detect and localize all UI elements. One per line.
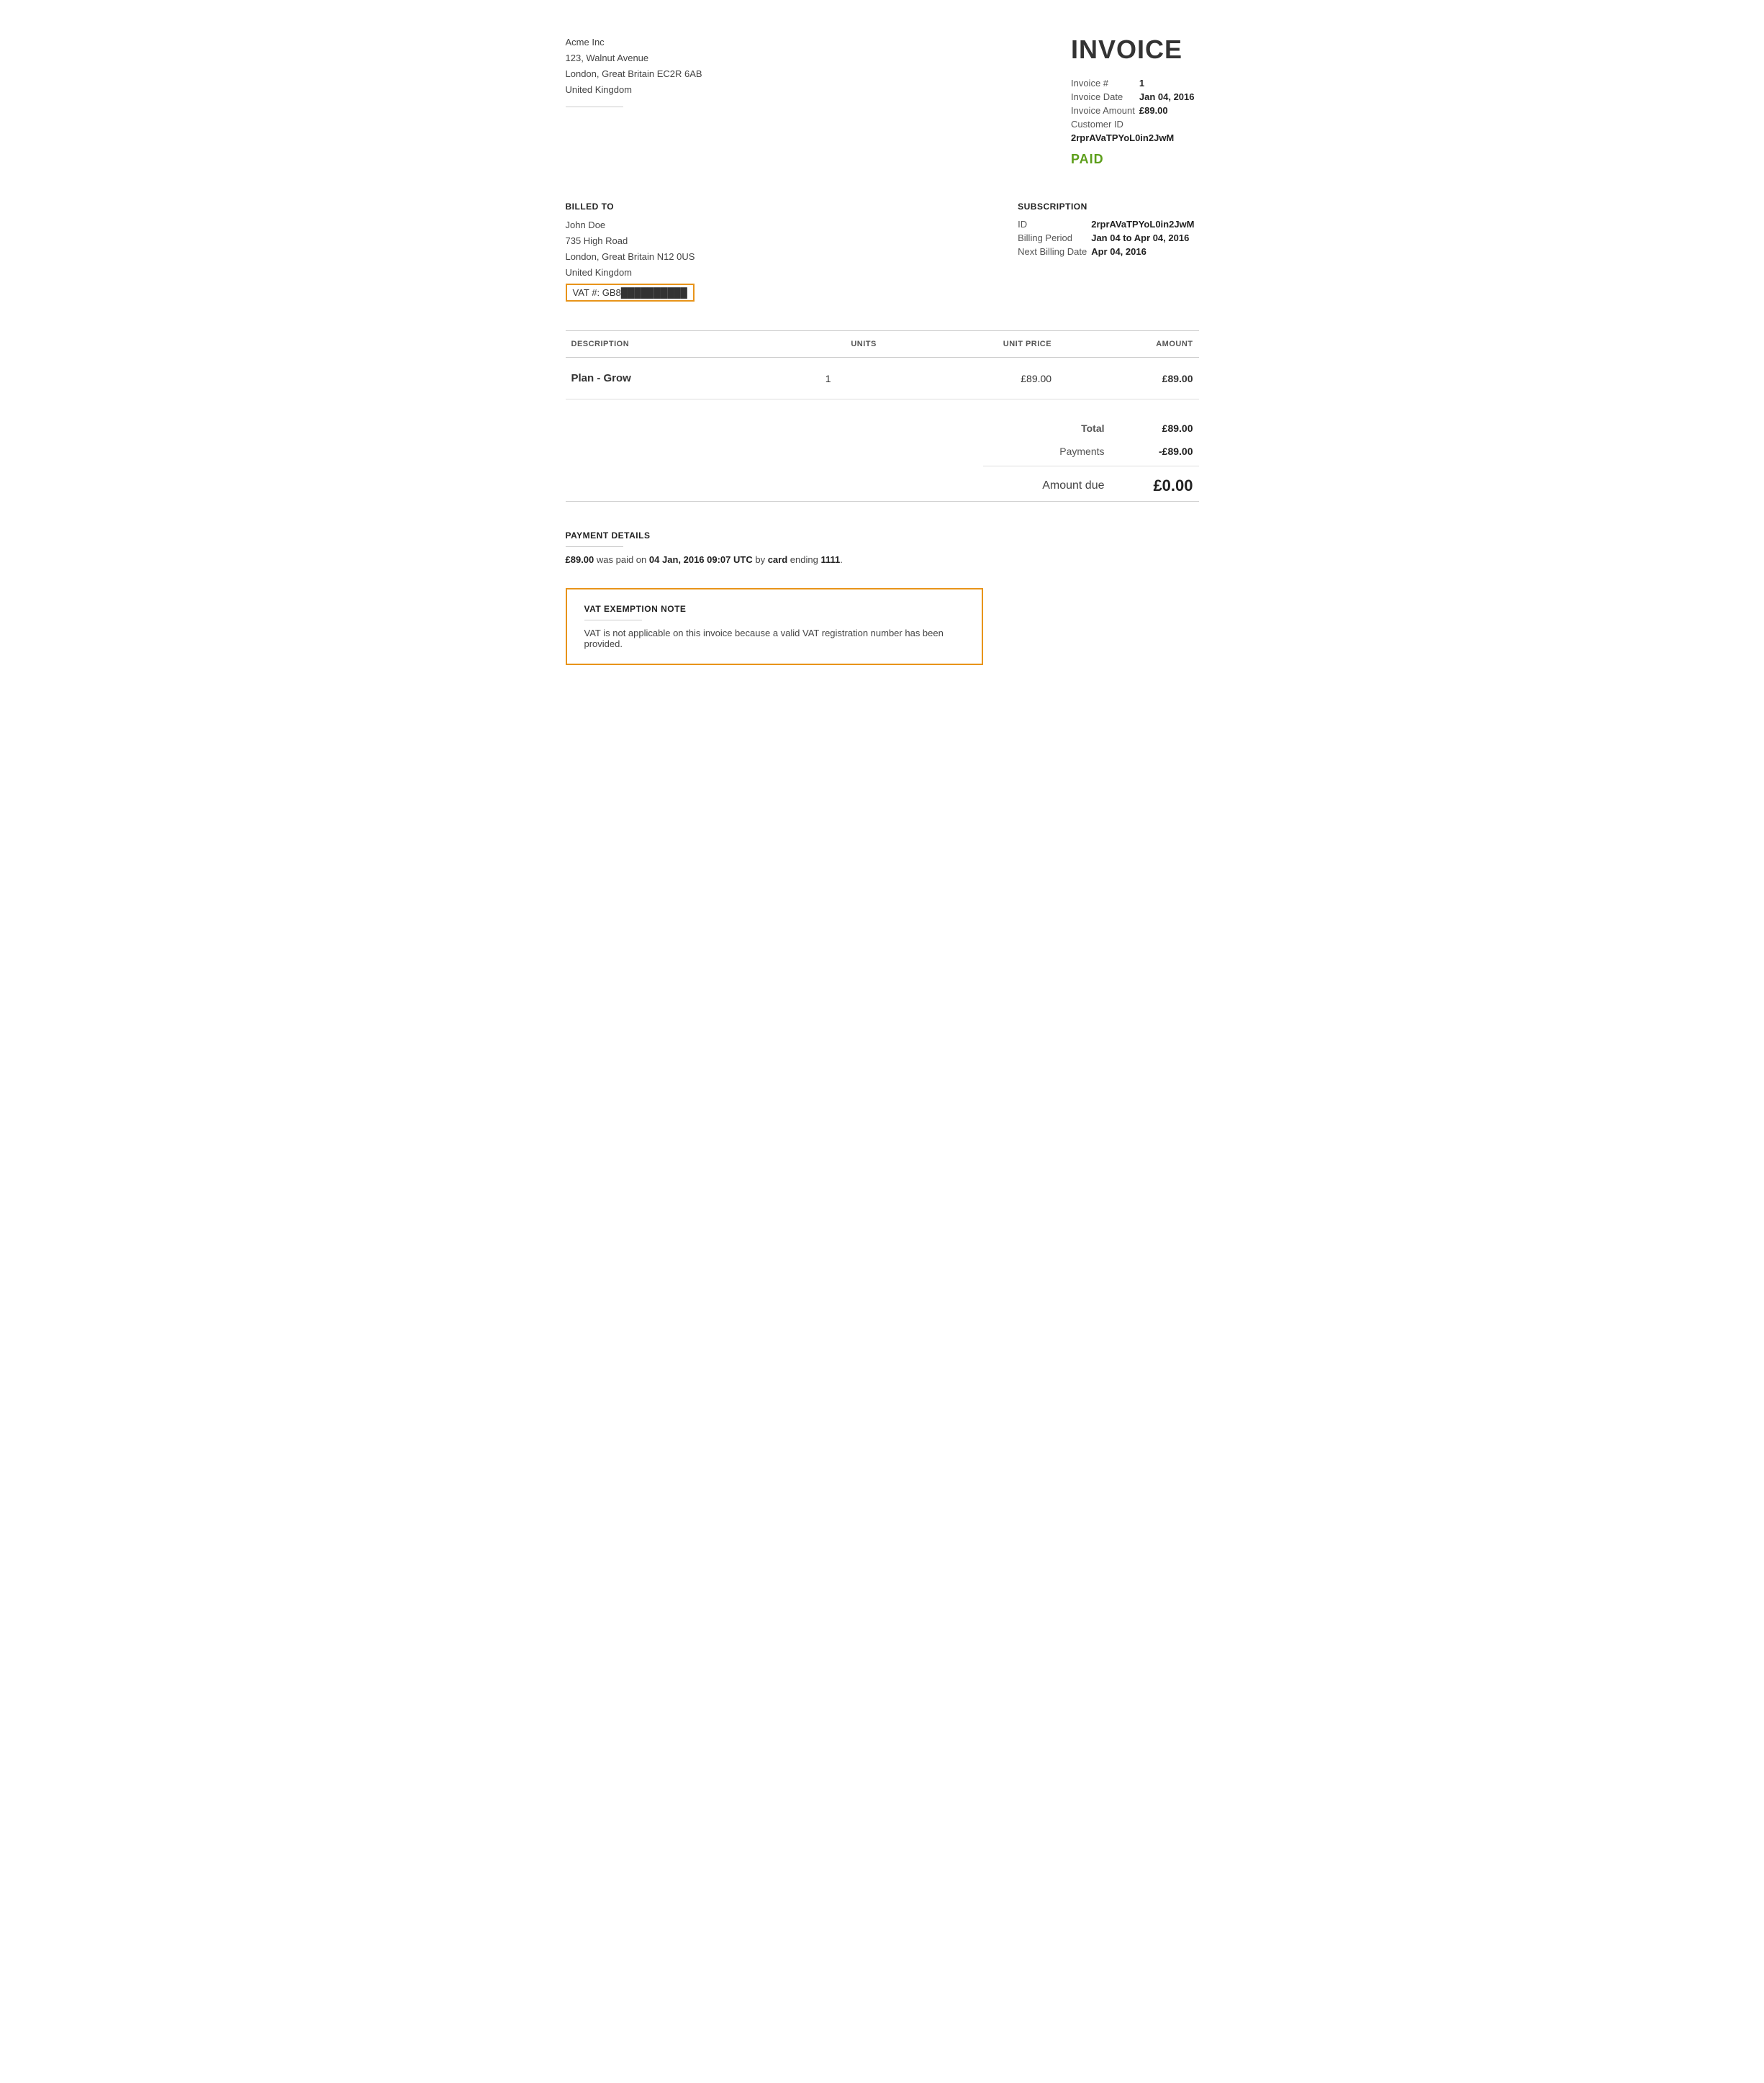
payment-text-ending: ending bbox=[790, 554, 818, 565]
paid-badge: PAID bbox=[1071, 152, 1199, 167]
row-description: Plan - Grow bbox=[566, 358, 774, 399]
col-amount: AMOUNT bbox=[1057, 331, 1198, 358]
invoice-title: INVOICE bbox=[1071, 35, 1199, 65]
totals-section: Total £89.00 Payments -£89.00 Amount due… bbox=[566, 417, 1199, 502]
row-unit-price: £89.00 bbox=[882, 358, 1057, 399]
next-billing-value: Apr 04, 2016 bbox=[1091, 245, 1198, 258]
payment-method: card bbox=[768, 554, 787, 565]
total-row: Total £89.00 bbox=[983, 417, 1199, 440]
total-value: £89.00 bbox=[1111, 417, 1199, 440]
payment-text-by: by bbox=[755, 554, 765, 565]
vat-exemption-text: VAT is not applicable on this invoice be… bbox=[584, 628, 964, 649]
invoice-date-row: Invoice Date Jan 04, 2016 bbox=[1071, 90, 1199, 104]
invoice-amount-row: Invoice Amount £89.00 bbox=[1071, 104, 1199, 117]
next-billing-label: Next Billing Date bbox=[1018, 245, 1091, 258]
vat-exemption-box: VAT EXEMPTION NOTE VAT is not applicable… bbox=[566, 588, 983, 665]
billing-period-value: Jan 04 to Apr 04, 2016 bbox=[1091, 231, 1198, 245]
customer-id-value-row: 2rprAVaTPYoL0in2JwM bbox=[1071, 131, 1199, 145]
table-row: Plan - Grow 1 £89.00 £89.00 bbox=[566, 358, 1199, 399]
amount-due-label: Amount due bbox=[983, 466, 1111, 502]
invoice-date-label: Invoice Date bbox=[1071, 90, 1139, 104]
header-section: Acme Inc 123, Walnut Avenue London, Grea… bbox=[566, 35, 1199, 167]
billing-period-label: Billing Period bbox=[1018, 231, 1091, 245]
amount-due-value: £0.00 bbox=[1111, 466, 1199, 502]
customer-id-value: 2rprAVaTPYoL0in2JwM bbox=[1071, 131, 1199, 145]
col-description: DESCRIPTION bbox=[566, 331, 774, 358]
invoice-amount-label: Invoice Amount bbox=[1071, 104, 1139, 117]
invoice-number-value: 1 bbox=[1139, 76, 1199, 90]
amount-due-row: Amount due £0.00 bbox=[983, 466, 1199, 502]
billed-to-address1: 735 High Road bbox=[566, 233, 695, 249]
payment-amount: £89.00 bbox=[566, 554, 594, 565]
next-billing-row: Next Billing Date Apr 04, 2016 bbox=[1018, 245, 1198, 258]
subscription-id-value: 2rprAVaTPYoL0in2JwM bbox=[1091, 217, 1198, 231]
billed-to: BILLED TO John Doe 735 High Road London,… bbox=[566, 202, 695, 302]
billed-to-name: John Doe bbox=[566, 217, 695, 233]
vat-exemption-label: VAT EXEMPTION NOTE bbox=[584, 604, 964, 614]
items-table: DESCRIPTION UNITS UNIT PRICE AMOUNT Plan… bbox=[566, 330, 1199, 399]
invoice-meta: Invoice # 1 Invoice Date Jan 04, 2016 In… bbox=[1071, 76, 1199, 167]
company-name: Acme Inc bbox=[566, 35, 702, 50]
company-info: Acme Inc 123, Walnut Avenue London, Grea… bbox=[566, 35, 702, 167]
subscription-label: SUBSCRIPTION bbox=[1018, 202, 1198, 212]
company-address-line1: 123, Walnut Avenue bbox=[566, 50, 702, 66]
payment-text-prefix: was paid on bbox=[597, 554, 646, 565]
subscription-id-row: ID 2rprAVaTPYoL0in2JwM bbox=[1018, 217, 1198, 231]
vat-number-box: VAT #: GB8██████████ bbox=[566, 284, 695, 302]
payment-card-ending: 1111 bbox=[820, 554, 840, 565]
col-units: UNITS bbox=[774, 331, 882, 358]
total-label: Total bbox=[983, 417, 1111, 440]
invoice-date-value: Jan 04, 2016 bbox=[1139, 90, 1199, 104]
billed-to-label: BILLED TO bbox=[566, 202, 695, 212]
payment-details-section: PAYMENT DETAILS £89.00 was paid on 04 Ja… bbox=[566, 530, 1199, 565]
col-unit-price: UNIT PRICE bbox=[882, 331, 1057, 358]
vat-value: GB8██████████ bbox=[602, 287, 687, 298]
payment-details-label: PAYMENT DETAILS bbox=[566, 530, 1199, 541]
table-header-row: DESCRIPTION UNITS UNIT PRICE AMOUNT bbox=[566, 331, 1199, 358]
customer-id-row: Customer ID bbox=[1071, 117, 1199, 131]
payment-details-text: £89.00 was paid on 04 Jan, 2016 09:07 UT… bbox=[566, 554, 1199, 565]
row-amount: £89.00 bbox=[1057, 358, 1198, 399]
billed-to-address2: London, Great Britain N12 0US bbox=[566, 249, 695, 265]
payments-value: -£89.00 bbox=[1111, 440, 1199, 466]
payment-details-divider bbox=[566, 546, 623, 547]
totals-table: Total £89.00 Payments -£89.00 Amount due… bbox=[983, 417, 1199, 501]
vat-label: VAT #: bbox=[573, 287, 600, 298]
invoice-amount-value: £89.00 bbox=[1139, 104, 1199, 117]
invoice-number-label: Invoice # bbox=[1071, 76, 1139, 90]
invoice-right: INVOICE Invoice # 1 Invoice Date Jan 04,… bbox=[1071, 35, 1199, 167]
company-country: United Kingdom bbox=[566, 82, 702, 98]
payments-label: Payments bbox=[983, 440, 1111, 466]
customer-id-label: Customer ID bbox=[1071, 117, 1139, 131]
billed-to-country: United Kingdom bbox=[566, 265, 695, 281]
subscription-id-label: ID bbox=[1018, 217, 1091, 231]
payments-row: Payments -£89.00 bbox=[983, 440, 1199, 466]
billing-section: BILLED TO John Doe 735 High Road London,… bbox=[566, 202, 1199, 302]
payment-date: 04 Jan, 2016 09:07 UTC bbox=[649, 554, 753, 565]
subscription-info: SUBSCRIPTION ID 2rprAVaTPYoL0in2JwM Bill… bbox=[1018, 202, 1198, 302]
billing-period-row: Billing Period Jan 04 to Apr 04, 2016 bbox=[1018, 231, 1198, 245]
row-units: 1 bbox=[774, 358, 882, 399]
company-address-line2: London, Great Britain EC2R 6AB bbox=[566, 66, 702, 82]
invoice-number-row: Invoice # 1 bbox=[1071, 76, 1199, 90]
